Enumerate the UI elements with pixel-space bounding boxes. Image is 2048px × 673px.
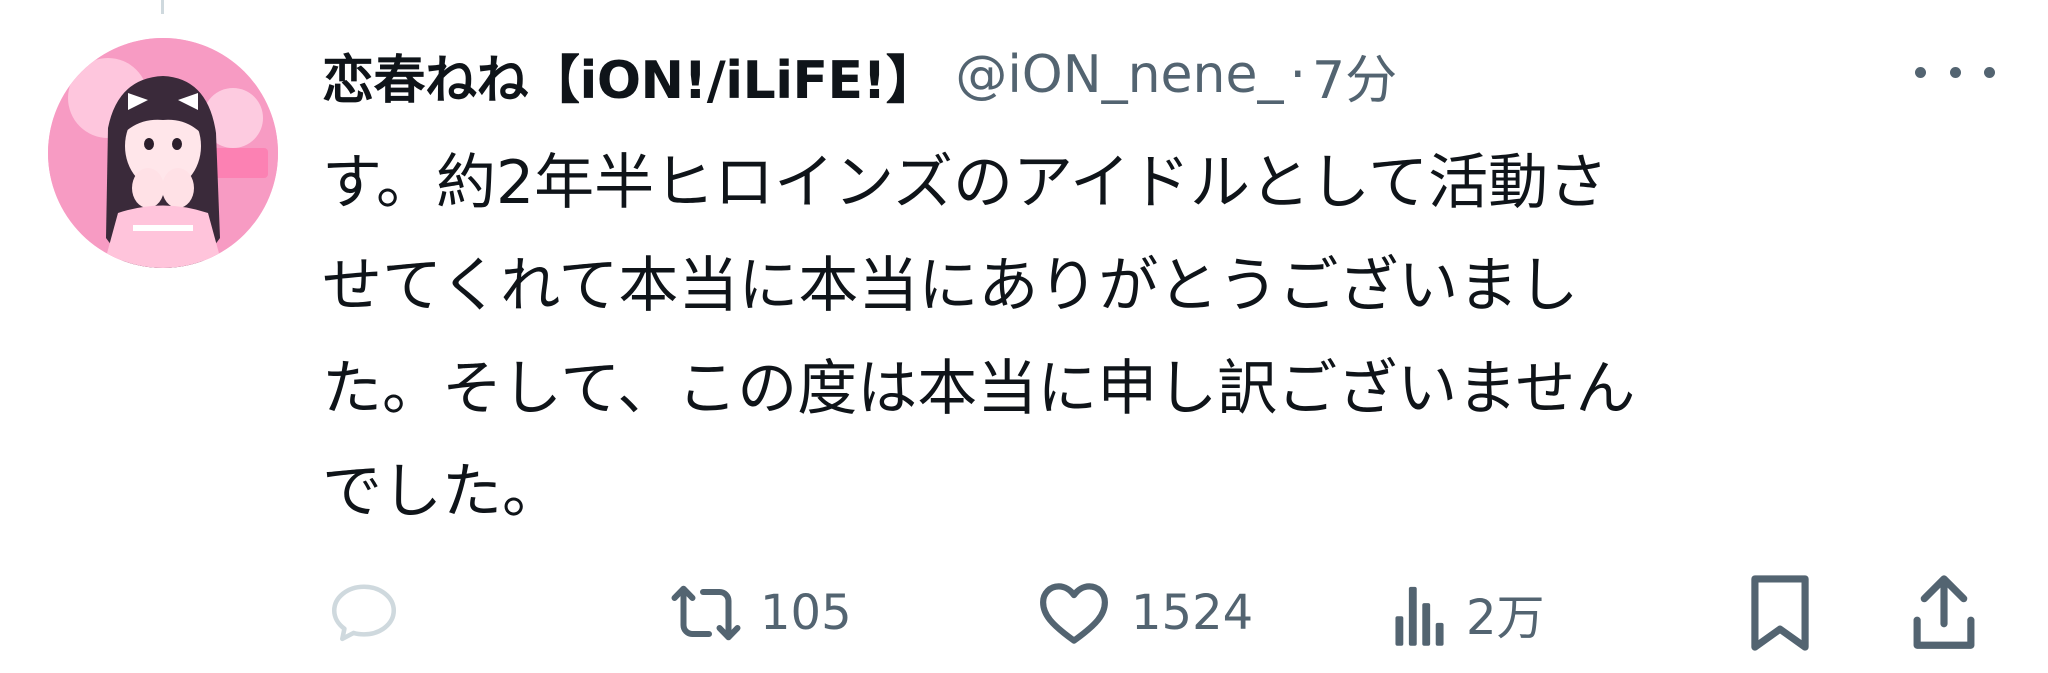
tweet-text-line: せてくれて本当に本当にありがとうございまし [322, 251, 1579, 321]
like-count: 1524 [1131, 585, 1254, 641]
views-count: 2万 [1466, 590, 1545, 646]
views-icon [1395, 586, 1444, 646]
retweet-icon [671, 585, 741, 641]
tweet-text: す。約2年半ヒロインズのアイドルとして活動さ せてくれて本当に本当にありがとうご… [322, 132, 2002, 544]
tweet-text-line: でした。 [322, 457, 562, 527]
avatar-image [48, 38, 278, 268]
tweet-text-line: た。そして、この度は本当に申し訳ございません [322, 354, 1636, 424]
thread-connector-line [161, 0, 164, 14]
user-handle[interactable]: @iON_nene_ [955, 45, 1283, 105]
separator-dot: · [1289, 45, 1307, 105]
retweet-count: 105 [760, 585, 852, 641]
tweet-text-line: す。約2年半ヒロインズのアイドルとして活動さ [322, 148, 1609, 218]
more-options-icon[interactable] [1915, 60, 1995, 84]
views-button[interactable]: 2万 [1392, 568, 1545, 658]
bookmark-button[interactable] [1742, 568, 1818, 658]
action-bar: 105 1524 2万 [0, 568, 2048, 658]
share-icon [1913, 575, 1975, 649]
reply-icon [331, 584, 397, 642]
like-button[interactable]: 1524 [1035, 568, 1253, 658]
more-dot [1915, 66, 1926, 78]
more-dot [1984, 66, 1995, 78]
reply-button[interactable] [322, 568, 424, 658]
timestamp[interactable]: 7分 [1312, 38, 1397, 113]
heart-icon [1040, 583, 1108, 644]
display-name[interactable]: 恋春ねね【iON!/iLiFE!】 [322, 38, 938, 113]
bookmark-icon [1751, 575, 1809, 651]
avatar[interactable] [48, 38, 278, 268]
tweet-header: 恋春ねね【iON!/iLiFE!】 @iON_nene_ · 7分 [322, 30, 1397, 120]
retweet-button[interactable]: 105 [670, 568, 852, 658]
share-button[interactable] [1906, 568, 1982, 658]
more-dot [1949, 66, 1961, 78]
